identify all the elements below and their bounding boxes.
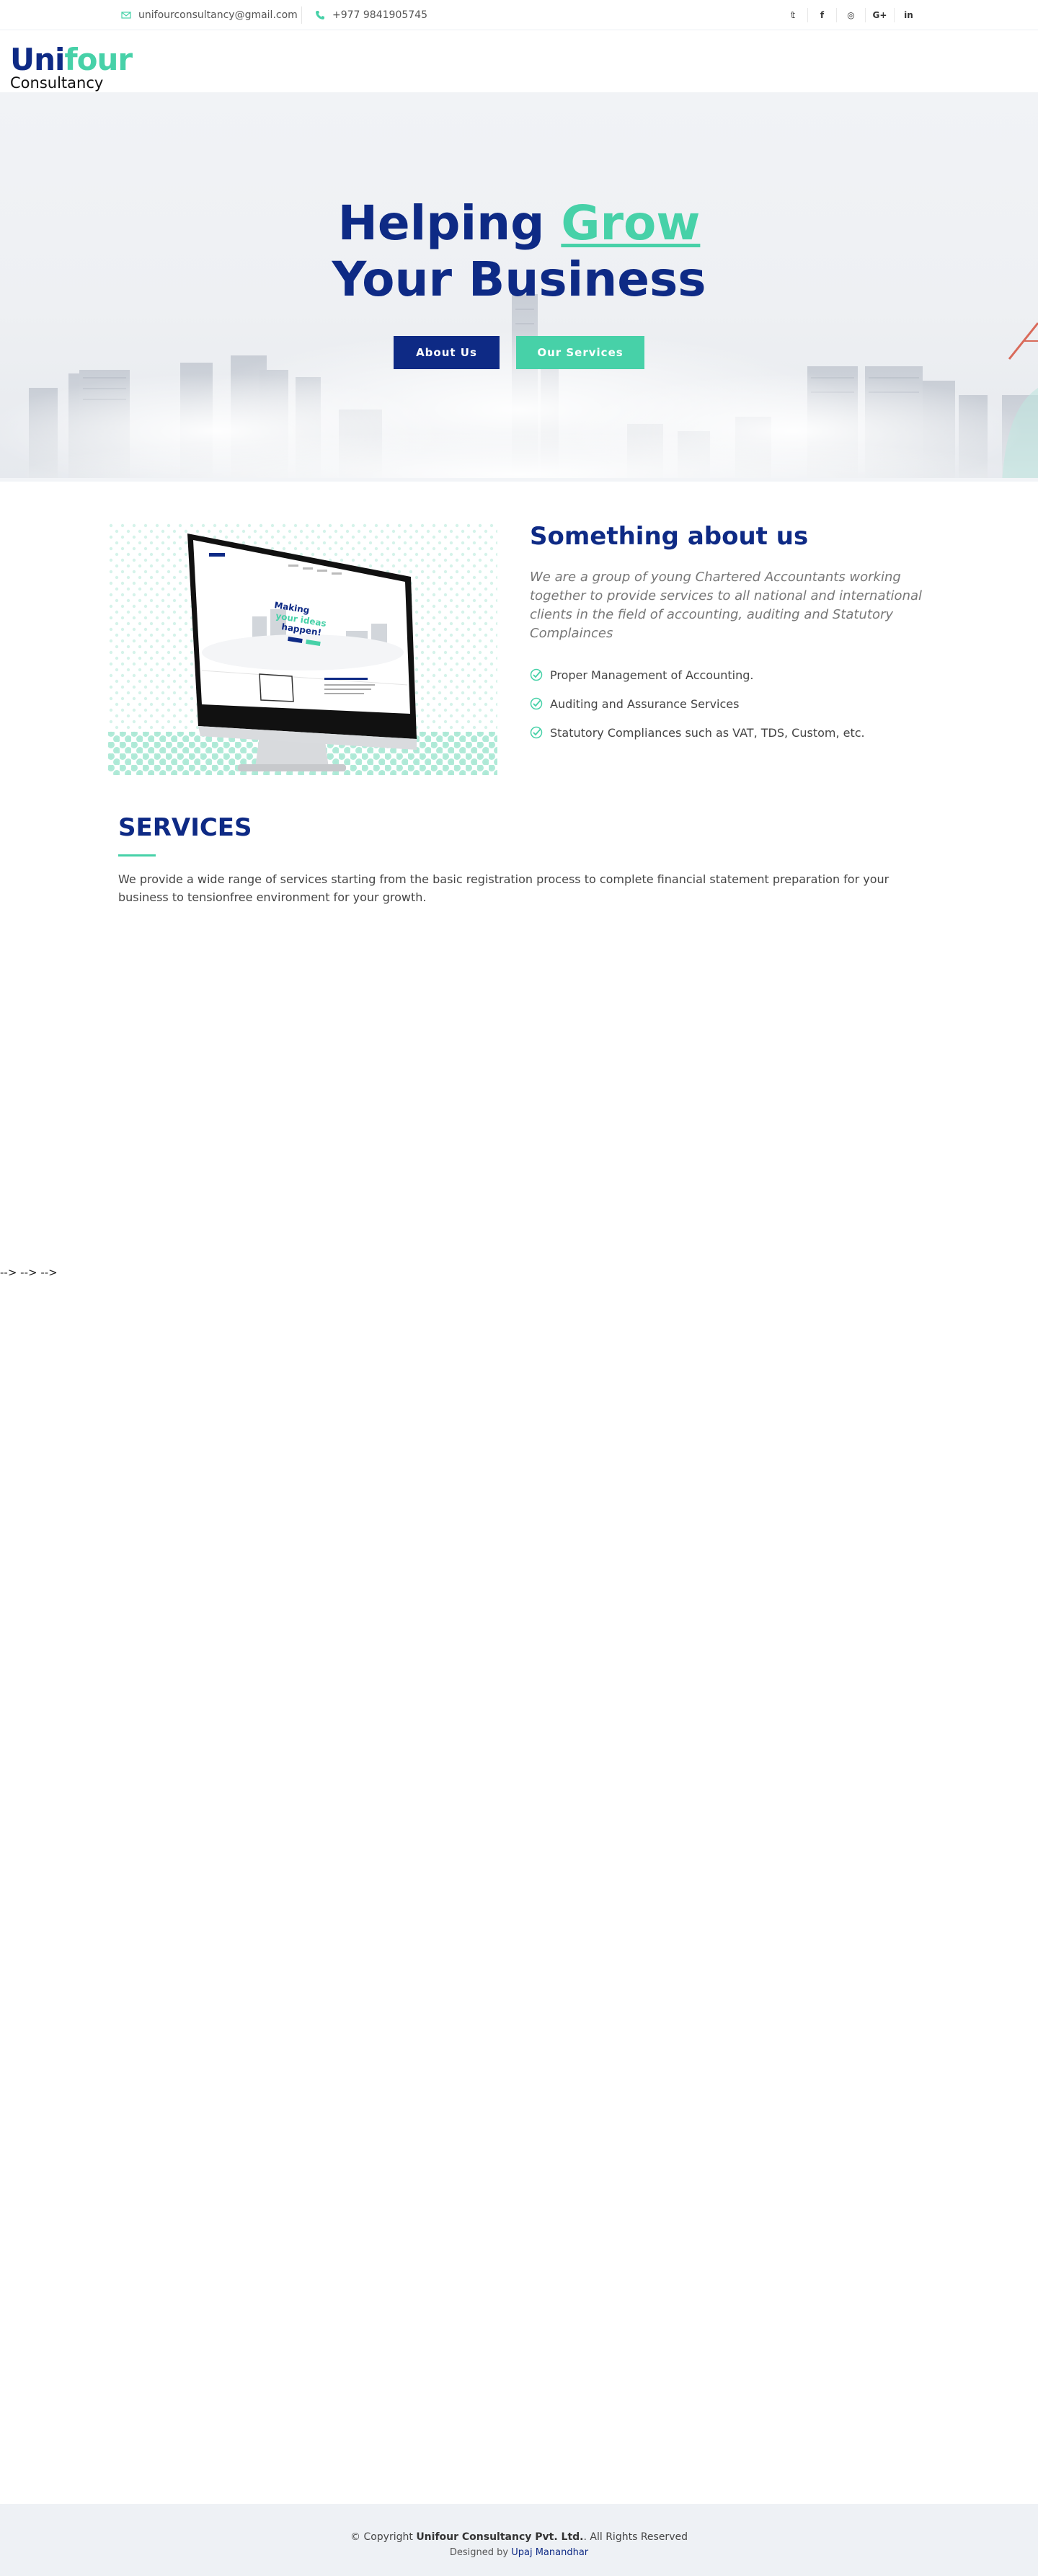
- top-bar: unifourconsultancy@gmail.com +977 984190…: [0, 0, 1038, 30]
- about-description: We are a group of young Chartered Accoun…: [530, 570, 923, 641]
- email-contact[interactable]: unifourconsultancy@gmail.com: [121, 0, 298, 30]
- about-us-button[interactable]: About Us: [394, 336, 500, 369]
- logo-subtitle: Consultancy: [10, 74, 104, 92]
- copyright-line: © Copyright Unifour Consultancy Pvt. Ltd…: [0, 2531, 1038, 2543]
- logo-uni: Uni: [10, 42, 65, 77]
- hero-section: Helping Grow Your Business About Us Our …: [0, 92, 1038, 482]
- site-header: Unifour Consultancy: [0, 30, 1038, 92]
- point-text: Proper Management of Accounting.: [550, 668, 754, 682]
- google-plus-icon[interactable]: G+: [865, 8, 894, 22]
- list-item: Proper Management of Accounting.: [530, 660, 865, 689]
- hero-title-prefix: Helping: [337, 195, 562, 251]
- hero-title-highlight: Grow: [561, 195, 701, 251]
- designer-link[interactable]: Upaj Manandhar: [511, 2547, 588, 2558]
- check-circle-icon: [530, 726, 543, 739]
- about-points-list: Proper Management of Accounting. Auditin…: [530, 660, 865, 747]
- logo[interactable]: Unifour Consultancy: [10, 42, 133, 92]
- designed-by-label: Designed by: [449, 2547, 512, 2558]
- twitter-icon[interactable]: 𝕥: [778, 8, 807, 22]
- services-title-underline: [118, 854, 156, 857]
- phone-icon: [316, 11, 324, 19]
- hero-title-line1: Helping Grow: [0, 195, 1038, 252]
- phone-text: +977 9841905745: [332, 9, 427, 21]
- facebook-icon[interactable]: f: [807, 8, 836, 22]
- logo-wordmark: Unifour: [10, 42, 133, 77]
- point-text: Auditing and Assurance Services: [550, 696, 740, 711]
- services-description: We provide a wide range of services star…: [118, 872, 890, 904]
- point-text: Statutory Compliances such as VAT, TDS, …: [550, 725, 865, 740]
- copyright-prefix: © Copyright: [350, 2531, 417, 2543]
- services-title: SERVICES: [118, 813, 252, 842]
- company-name: Unifour Consultancy Pvt. Ltd.: [416, 2531, 584, 2543]
- list-item: Statutory Compliances such as VAT, TDS, …: [530, 718, 865, 747]
- instagram-icon[interactable]: ◎: [836, 8, 865, 22]
- phone-contact[interactable]: +977 9841905745: [315, 0, 427, 30]
- copyright-suffix: . All Rights Reserved: [583, 2531, 688, 2543]
- divider: [301, 6, 302, 24]
- linkedin-icon[interactable]: in: [894, 8, 923, 22]
- designer-line: Designed by Upaj Manandhar: [0, 2547, 1038, 2558]
- our-services-button[interactable]: Our Services: [516, 336, 644, 369]
- about-title: Something about us: [530, 522, 809, 551]
- hero-title-line2: Your Business: [332, 252, 706, 307]
- check-circle-icon: [530, 697, 543, 710]
- logo-four: four: [64, 42, 133, 77]
- site-footer: © Copyright Unifour Consultancy Pvt. Ltd…: [0, 2504, 1038, 2576]
- envelope-icon: [121, 12, 131, 19]
- social-links: 𝕥 f ◎ G+ in: [778, 0, 923, 30]
- monitor-illustration: Making your ideas happen!: [108, 523, 497, 775]
- list-item: Auditing and Assurance Services: [530, 689, 865, 718]
- stray-comment-text: --> --> -->: [0, 1266, 58, 1279]
- email-text: unifourconsultancy@gmail.com: [138, 9, 298, 21]
- check-circle-icon: [530, 668, 543, 681]
